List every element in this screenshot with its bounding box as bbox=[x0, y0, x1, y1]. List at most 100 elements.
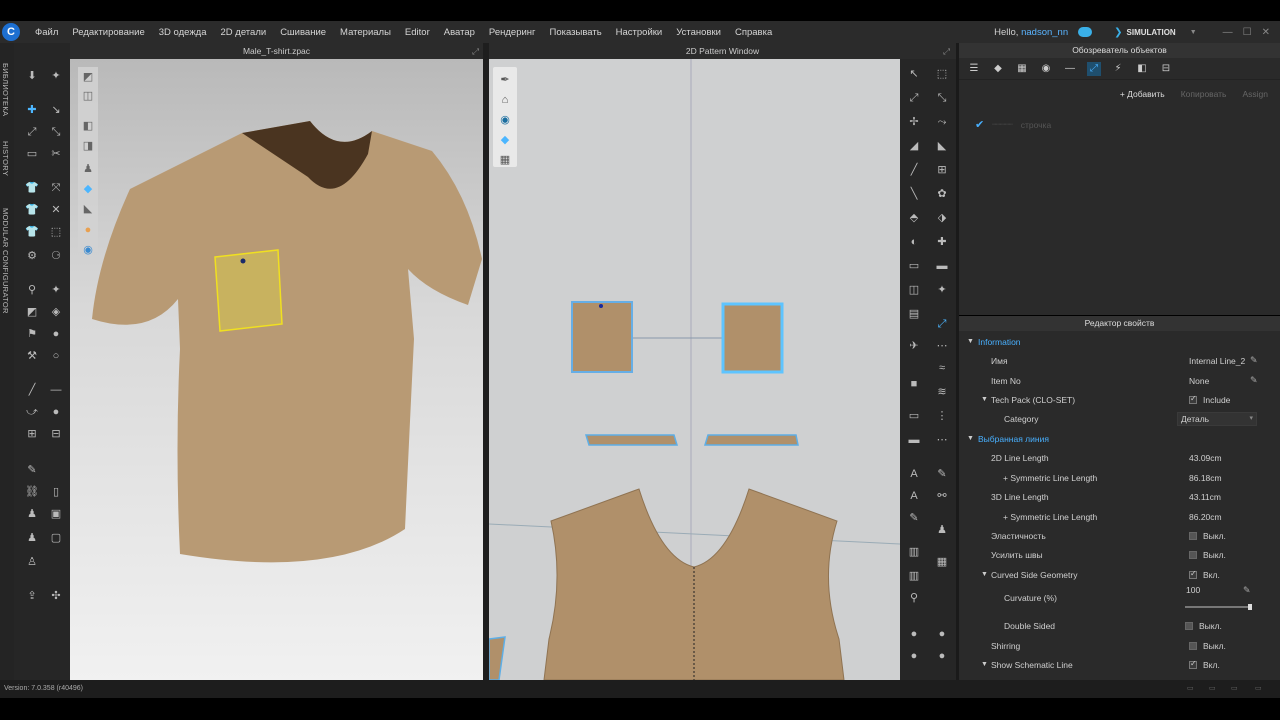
edit-point-icon[interactable]: ⤢ bbox=[24, 125, 40, 139]
3d-viewport[interactable]: ◩ ◫ ◧ ◨ ♟ ◆ ◣ ● ◉ bbox=[70, 59, 483, 680]
trim-tab-icon[interactable]: ◧ bbox=[1135, 62, 1149, 76]
picker-icon[interactable]: ✎ bbox=[1243, 585, 1251, 596]
selected-line-section[interactable]: ▼ Выбранная линия bbox=[959, 429, 1280, 448]
text-icon[interactable]: A bbox=[906, 467, 922, 481]
layout-icon[interactable]: ▭ bbox=[1187, 680, 1194, 698]
zip-icon[interactable]: ⚲ bbox=[24, 283, 40, 297]
curved-geometry-checkbox[interactable]: Вкл. bbox=[1189, 569, 1220, 580]
category-dropdown[interactable]: Деталь ▾ bbox=[1177, 411, 1257, 426]
menu-preferences[interactable]: Установки bbox=[669, 27, 728, 38]
tab-history[interactable]: HISTORY bbox=[1, 141, 10, 176]
trim-icon[interactable]: ⬚ bbox=[48, 225, 64, 239]
menu-sewing[interactable]: Сшивание bbox=[273, 27, 333, 38]
graphic-icon[interactable]: ◈ bbox=[48, 305, 64, 319]
fill-mode-icon[interactable]: ◆ bbox=[497, 133, 513, 147]
strengthen-checkbox[interactable]: Выкл. bbox=[1189, 550, 1226, 560]
edit-pencil-icon[interactable]: ✎ bbox=[1250, 355, 1258, 366]
elasticity-checkbox[interactable]: Выкл. bbox=[1189, 531, 1226, 541]
avatar-head-icon[interactable]: ● bbox=[906, 627, 922, 641]
bond-icon[interactable]: ● bbox=[48, 327, 64, 341]
list-item[interactable]: ✔ ┈┈┈┈ строчка bbox=[959, 110, 1280, 131]
fitting-icon[interactable]: ⤻ bbox=[24, 405, 40, 419]
measure-icon[interactable]: ⚒ bbox=[24, 349, 40, 363]
folder-icon[interactable]: ▭ bbox=[906, 259, 922, 273]
shirt-outline-icon[interactable]: ⌂ bbox=[497, 93, 513, 107]
list-icon[interactable]: ☰ bbox=[967, 62, 981, 76]
avatar-part-2-icon[interactable]: ● bbox=[934, 649, 950, 663]
tab-modular-configurator[interactable]: MODULAR CONFIGURATOR bbox=[1, 208, 10, 314]
menu-file[interactable]: Файл bbox=[28, 27, 65, 38]
texture-2d-icon[interactable]: ▤ bbox=[906, 307, 922, 321]
grid-icon[interactable]: ▭ bbox=[906, 409, 922, 423]
pocket-pattern-left[interactable] bbox=[571, 301, 633, 373]
pin-icon[interactable]: ↘ bbox=[48, 103, 64, 117]
edit-pattern-icon[interactable]: ▭ bbox=[24, 147, 40, 161]
layout-4-icon[interactable]: ▭ bbox=[1255, 680, 1262, 698]
avatar-pose-icon[interactable]: ✦ bbox=[48, 69, 64, 83]
add-point-icon[interactable]: ✢ bbox=[906, 115, 922, 129]
polygon-icon[interactable]: ◢ bbox=[906, 139, 922, 153]
resize-icon[interactable]: ✣ bbox=[48, 589, 64, 603]
avatar-part-icon[interactable]: ● bbox=[906, 649, 922, 663]
menu-edit[interactable]: Редактирование bbox=[65, 27, 151, 38]
text-2-icon[interactable]: A bbox=[906, 489, 922, 503]
edit-tab-icon[interactable]: ⊟ bbox=[1159, 62, 1173, 76]
line-tab-icon[interactable]: — bbox=[1063, 62, 1077, 76]
stitch-2-icon[interactable]: ≋ bbox=[934, 385, 950, 399]
information-section[interactable]: ▼ Information bbox=[959, 332, 1280, 351]
stitch-icon[interactable]: ⋯ bbox=[934, 339, 950, 353]
trace-icon[interactable]: ⊞ bbox=[934, 163, 950, 177]
ruler-icon[interactable]: ▬ bbox=[906, 433, 922, 447]
edit-curve-icon[interactable]: ⤡ bbox=[48, 125, 64, 139]
square-2-icon[interactable]: ▢ bbox=[48, 531, 64, 545]
double-sided-checkbox[interactable]: Выкл. bbox=[1185, 621, 1222, 631]
topstitch-tab-icon[interactable]: ⤢ bbox=[1087, 61, 1101, 76]
segment-sewing-icon[interactable]: ◐ bbox=[906, 235, 922, 249]
menu-display[interactable]: Показывать bbox=[543, 27, 609, 38]
add-button[interactable]: + Добавить bbox=[1120, 89, 1165, 110]
button-tab-icon[interactable]: ◉ bbox=[1039, 62, 1053, 76]
zipper-tab-icon[interactable]: ⚡ bbox=[1111, 62, 1125, 76]
avatar-head-2-icon[interactable]: ● bbox=[934, 627, 950, 641]
expand-2d-icon[interactable]: ⤢ bbox=[943, 43, 950, 59]
avatar-full-icon[interactable]: ♙ bbox=[24, 555, 40, 569]
avatar-2d-icon[interactable]: ♟ bbox=[934, 523, 950, 537]
layer-icon[interactable]: ▦ bbox=[497, 153, 513, 167]
texture-icon[interactable]: ◩ bbox=[24, 305, 40, 319]
pocket-pattern-right[interactable] bbox=[721, 302, 784, 374]
cloud-icon[interactable] bbox=[1078, 27, 1093, 37]
item-no-field[interactable]: None bbox=[1189, 376, 1209, 386]
garment-icon[interactable]: 👕 bbox=[24, 181, 40, 195]
video-icon[interactable]: ■ bbox=[906, 377, 922, 391]
wave-stitch-icon[interactable]: ≈ bbox=[934, 361, 950, 375]
menu-editor[interactable]: Editor bbox=[398, 27, 437, 38]
fold-icon[interactable]: ⤧ bbox=[48, 181, 64, 195]
zip-2d-icon[interactable]: ⚯ bbox=[934, 489, 950, 503]
maximize-icon[interactable]: ☐ bbox=[1243, 27, 1252, 38]
render-mode-icon[interactable]: ◉ bbox=[497, 113, 513, 127]
menu-render[interactable]: Рендеринг bbox=[482, 27, 543, 38]
internal-line-icon[interactable]: ╲ bbox=[906, 187, 922, 201]
shirring-checkbox[interactable]: Выкл. bbox=[1189, 641, 1226, 651]
arrange-2-icon[interactable]: ⊟ bbox=[48, 427, 64, 441]
grid-2d-icon[interactable]: ▦ bbox=[934, 555, 950, 569]
clo-logo-icon[interactable]: C bbox=[2, 23, 20, 41]
buttonhole-icon[interactable]: ⚆ bbox=[48, 249, 64, 263]
triangle-down-5-icon[interactable]: ▼ bbox=[981, 661, 988, 668]
sewing-check-icon[interactable]: ▬ bbox=[934, 259, 950, 273]
edit-curve-2d-icon[interactable]: ⤡ bbox=[934, 91, 950, 105]
tuck-icon[interactable]: ◫ bbox=[906, 283, 922, 297]
fabric-icon[interactable]: ◆ bbox=[991, 62, 1005, 76]
curvature-value[interactable]: 100 bbox=[1186, 585, 1200, 595]
pen-icon[interactable]: ✒ bbox=[497, 73, 513, 87]
username[interactable]: nadson_nn bbox=[1021, 27, 1068, 38]
pencil-icon[interactable]: ✎ bbox=[906, 511, 922, 525]
expand-icon[interactable]: ⤢ bbox=[472, 43, 479, 59]
button-tool-icon[interactable]: ⚙ bbox=[24, 249, 40, 263]
puckering-icon[interactable]: ⚑ bbox=[24, 327, 40, 341]
close-icon[interactable]: ✕ bbox=[1262, 27, 1270, 38]
rectangle-icon[interactable]: ╱ bbox=[906, 163, 922, 177]
minimize-icon[interactable]: — bbox=[1223, 27, 1233, 38]
curvature-slider[interactable] bbox=[1185, 606, 1251, 608]
circle-internal-icon[interactable]: ✿ bbox=[934, 187, 950, 201]
